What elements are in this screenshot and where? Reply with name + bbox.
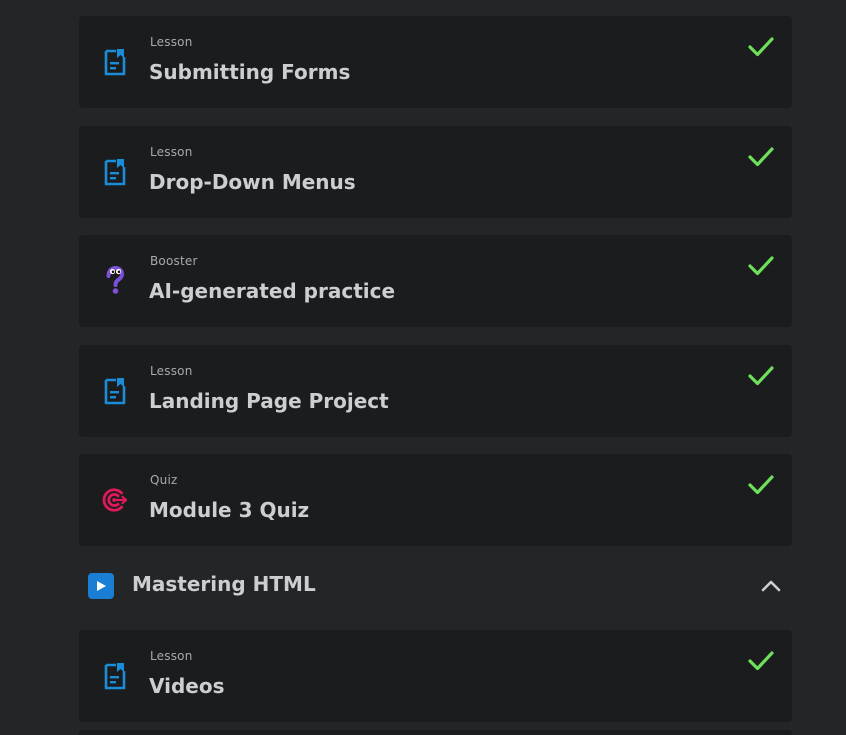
module-title[interactable]: Mastering HTML	[132, 572, 316, 596]
item-type-label: Lesson	[150, 364, 193, 378]
check-icon	[748, 37, 774, 57]
chevron-up-icon[interactable]	[760, 576, 782, 596]
item-type-label: Booster	[150, 254, 198, 268]
item-type-label: Lesson	[150, 145, 193, 159]
list-item-ai-generated-practice[interactable]: Booster AI-generated practice	[79, 235, 792, 327]
check-icon	[748, 475, 774, 495]
item-title[interactable]: Module 3 Quiz	[149, 498, 309, 522]
module-header-mastering-html[interactable]: Mastering HTML	[79, 556, 792, 618]
lesson-icon	[102, 46, 128, 78]
list-item-module-3-quiz[interactable]: Quiz Module 3 Quiz	[79, 454, 792, 546]
check-icon	[748, 147, 774, 167]
list-item-videos[interactable]: Lesson Videos	[79, 630, 792, 722]
list-item-drop-down-menus[interactable]: Lesson Drop-Down Menus	[79, 126, 792, 218]
list-item-submitting-forms[interactable]: Lesson Submitting Forms	[79, 16, 792, 108]
list-item[interactable]	[79, 730, 792, 735]
item-title[interactable]: AI-generated practice	[149, 279, 395, 303]
list-item-landing-page-project[interactable]: Lesson Landing Page Project	[79, 345, 792, 437]
check-icon	[748, 256, 774, 276]
lesson-icon	[102, 375, 128, 407]
item-title[interactable]: Landing Page Project	[149, 389, 389, 413]
item-type-label: Lesson	[150, 649, 193, 663]
check-icon	[748, 651, 774, 671]
course-outline: Lesson Submitting Forms Lesson Drop-Down…	[0, 0, 846, 735]
lesson-icon	[102, 660, 128, 692]
item-title[interactable]: Drop-Down Menus	[149, 170, 356, 194]
item-title[interactable]: Submitting Forms	[149, 60, 350, 84]
question-mark-icon	[102, 265, 128, 297]
item-type-label: Lesson	[150, 35, 193, 49]
item-title[interactable]: Videos	[149, 674, 225, 698]
check-icon	[748, 366, 774, 386]
lesson-icon	[102, 156, 128, 188]
target-icon	[102, 484, 128, 516]
item-type-label: Quiz	[150, 473, 178, 487]
play-icon	[88, 573, 114, 599]
